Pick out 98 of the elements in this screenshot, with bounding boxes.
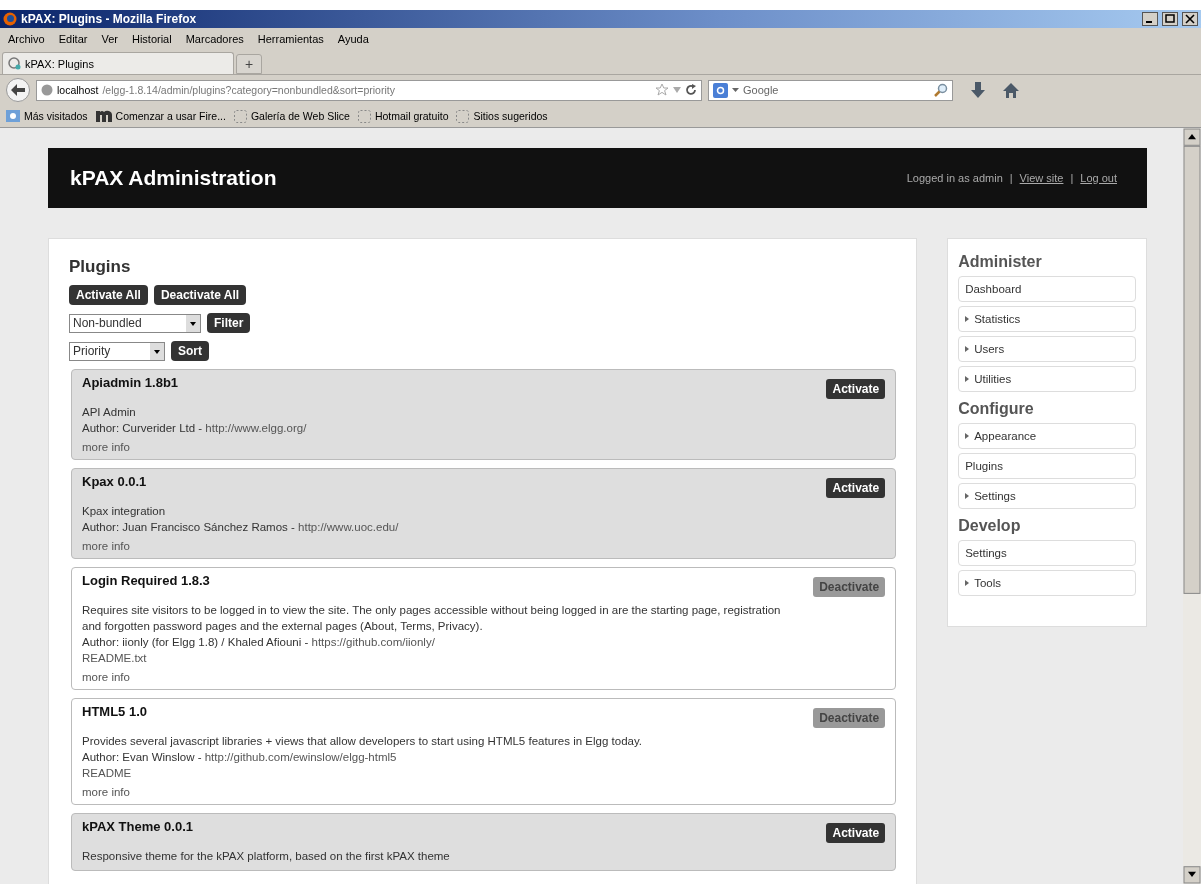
triangle-icon <box>965 433 970 439</box>
search-icon[interactable] <box>934 83 948 97</box>
new-tab-button[interactable]: + <box>236 54 262 74</box>
m-logo-icon <box>95 110 112 122</box>
sidebar-heading: Configure <box>958 400 1035 418</box>
more-info-link[interactable]: more info <box>82 441 886 453</box>
folder-search-icon <box>6 110 20 122</box>
star-icon[interactable] <box>655 83 669 97</box>
plugin-toggle-button[interactable]: Activate <box>826 379 886 399</box>
plugin-title: Login Required 1.8.3 <box>82 573 210 588</box>
more-info-link[interactable]: more info <box>82 540 886 552</box>
globe-icon <box>41 84 53 96</box>
sort-button[interactable]: Sort <box>171 341 209 361</box>
plugin-author: Author: Juan Francisco Sánchez Ramos - <box>82 521 296 533</box>
header-link[interactable]: Log out <box>1080 172 1117 184</box>
menu-item[interactable]: Archivo <box>8 33 45 45</box>
plugin-toggle-button[interactable]: Activate <box>826 478 886 498</box>
sidebar-heading: Administer <box>958 253 1043 271</box>
firefox-icon <box>3 12 17 26</box>
menu-item[interactable]: Historial <box>131 33 172 45</box>
separator: | <box>1009 172 1013 184</box>
bulk-action-button[interactable]: Deactivate All <box>153 285 247 305</box>
bookmark-link[interactable]: Galería de Web Slice <box>233 109 350 123</box>
site-title: kPAX Administration <box>70 166 278 190</box>
plugin-description: Requires site visitors to be logged in to view the site. The only pages accessible without being logged in are the starting page, registration and forgotten password pages and the external pages (About, Terms, Privacy). <box>82 603 782 634</box>
minimize-icon[interactable] <box>1142 12 1158 26</box>
search-field[interactable]: Google <box>708 79 953 101</box>
menu-item[interactable]: Ver <box>101 33 118 45</box>
plugin-title: kPAX Theme 0.0.1 <box>82 819 194 834</box>
sidebar-item[interactable]: Settings <box>958 483 1136 509</box>
category-select[interactable]: Non-bundled <box>69 313 201 333</box>
triangle-icon <box>965 580 970 586</box>
plugin-description: Kpax integration <box>82 504 167 519</box>
sidebar-item[interactable]: Users <box>958 336 1136 362</box>
bookmark-link[interactable]: Más visitados <box>6 110 88 122</box>
triangle-icon <box>965 316 970 322</box>
browser-tab[interactable]: kPAX: Plugins <box>2 52 234 74</box>
google-icon[interactable] <box>713 82 728 98</box>
bookmark-link[interactable]: Comenzar a usar Fire... <box>95 110 226 122</box>
plugin-title: Apiadmin 1.8b1 <box>82 375 179 390</box>
author-link[interactable]: http://github.com/ewinslow/elgg-html5 <box>204 751 397 763</box>
page-icon <box>8 57 21 70</box>
plugin-description: API Admin <box>82 405 137 420</box>
more-info-link[interactable]: more info <box>82 786 886 798</box>
plugin-author: Author: Evan Winslow - <box>82 751 203 763</box>
sidebar-item[interactable]: Tools <box>958 570 1136 596</box>
dashed-box-icon <box>456 109 470 123</box>
sidebar-heading: Develop <box>958 517 1022 535</box>
more-info-link[interactable]: more info <box>82 671 886 683</box>
menu-item[interactable]: Herramientas <box>257 33 324 45</box>
maximize-icon[interactable] <box>1162 12 1178 26</box>
sidebar-item[interactable]: Settings <box>958 540 1136 566</box>
sort-select[interactable]: Priority <box>69 341 165 361</box>
bookmark-link[interactable]: Hotmail gratuito <box>357 109 449 123</box>
readme-link[interactable]: README <box>82 765 886 781</box>
plugin-author: Author: iionly (for Elgg 1.8) / Khaled Afiouni - <box>82 636 310 648</box>
sidebar-item[interactable]: Statistics <box>958 306 1136 332</box>
plugin-author: Author: Curverider Ltd - <box>82 422 204 434</box>
author-link[interactable]: http://www.elgg.org/ <box>205 422 307 434</box>
separator: | <box>1070 172 1074 184</box>
caret-icon <box>186 314 200 332</box>
bulk-action-button[interactable]: Activate All <box>69 285 148 305</box>
close-icon[interactable] <box>1182 12 1198 26</box>
plugin-description: Responsive theme for the kPAX platform, based on the first kPAX theme <box>82 849 451 864</box>
back-button[interactable] <box>6 78 30 102</box>
triangle-icon <box>965 376 970 382</box>
menu-item[interactable]: Editar <box>58 33 88 45</box>
caret-icon <box>150 342 164 360</box>
readme-link[interactable]: README.txt <box>82 650 886 666</box>
author-link[interactable]: https://github.com/iionly/ <box>311 636 435 648</box>
dashed-box-icon <box>357 109 371 123</box>
sidebar-item[interactable]: Appearance <box>958 423 1136 449</box>
back-arrow-icon <box>11 84 25 96</box>
window-title: kPAX: Plugins - Mozilla Firefox <box>21 12 198 26</box>
menu-item[interactable]: Marcadores <box>185 33 244 45</box>
download-icon[interactable] <box>971 82 985 98</box>
filter-button[interactable]: Filter <box>207 313 251 333</box>
plugin-title: HTML5 1.0 <box>82 704 147 719</box>
address-field[interactable]: localhost /elgg-1.8.14/admin/plugins?category=nonbundled&sort=priority <box>36 79 702 101</box>
reload-icon[interactable] <box>685 84 697 96</box>
dashed-box-icon <box>233 109 247 123</box>
bookmark-link[interactable]: Sitios sugeridos <box>456 109 548 123</box>
author-link[interactable]: http://www.uoc.edu/ <box>298 521 399 533</box>
sidebar-item[interactable]: Utilities <box>958 366 1136 392</box>
scrollbar[interactable] <box>1183 128 1201 884</box>
plugin-title: Kpax 0.0.1 <box>82 474 147 489</box>
page-heading: Plugins <box>69 257 132 277</box>
sidebar-item[interactable]: Dashboard <box>958 276 1136 302</box>
dropdown-icon[interactable] <box>732 88 739 92</box>
menu-item[interactable]: Ayuda <box>337 33 369 45</box>
triangle-icon <box>965 493 970 499</box>
triangle-icon <box>965 346 970 352</box>
login-status: Logged in as admin <box>906 172 1003 184</box>
plugin-description: Provides several javascript libraries + views that allow developers to start using HTML5 features in Elgg today. <box>82 734 644 749</box>
header-link[interactable]: View site <box>1019 172 1064 184</box>
home-icon[interactable] <box>1003 82 1019 98</box>
plugin-toggle-button[interactable]: Activate <box>826 823 886 843</box>
sidebar-item[interactable]: Plugins <box>958 453 1136 479</box>
